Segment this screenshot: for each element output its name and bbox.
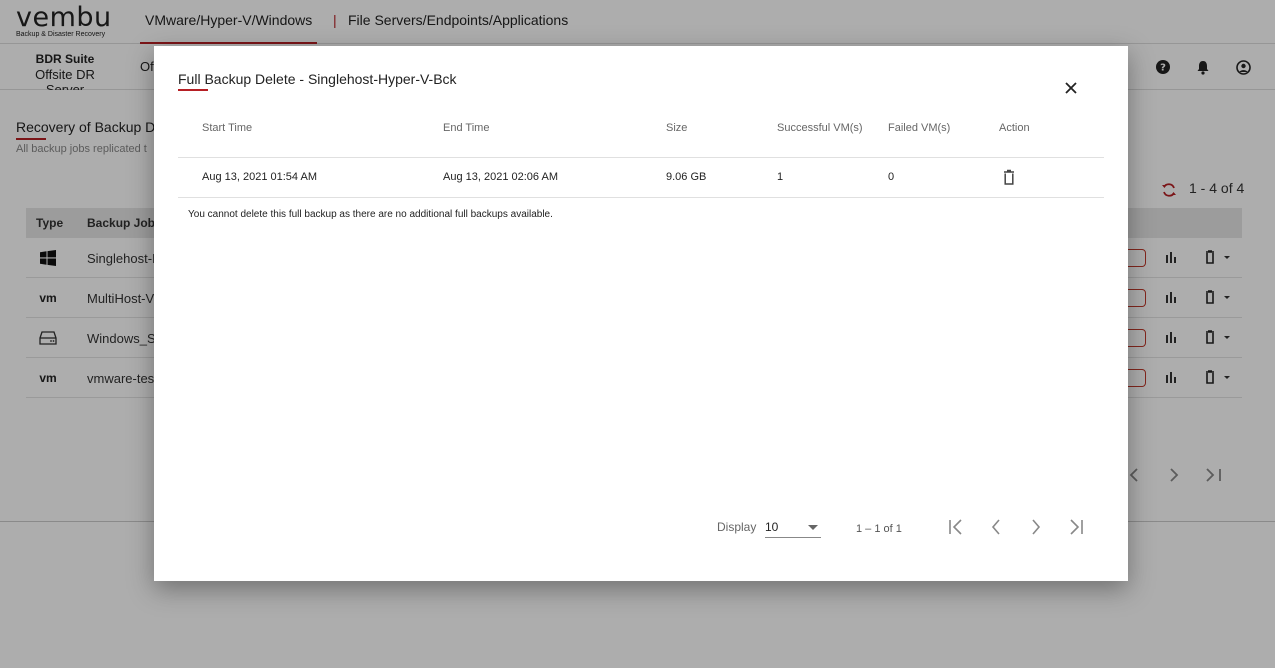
header-divider xyxy=(178,157,1104,158)
column-successful-vms: Successful VM(s) xyxy=(777,122,863,134)
trash-icon[interactable] xyxy=(1003,169,1015,185)
row-start-time: Aug 13, 2021 01:54 AM xyxy=(202,171,317,183)
row-divider xyxy=(178,197,1104,198)
first-page-icon[interactable] xyxy=(945,516,967,538)
previous-page-icon[interactable] xyxy=(985,516,1007,538)
column-start-time: Start Time xyxy=(202,122,253,134)
column-end-time: End Time xyxy=(443,122,490,134)
close-icon[interactable] xyxy=(1062,79,1080,97)
dialog-title: Full Backup Delete - Singlehost-Hyper-V-… xyxy=(178,71,457,87)
column-size: Size xyxy=(666,122,688,134)
last-page-icon[interactable] xyxy=(1065,516,1087,538)
row-failed-vms: 0 xyxy=(888,171,895,183)
column-failed-vms: Failed VM(s) xyxy=(888,122,951,134)
page-range: 1 – 1 of 1 xyxy=(856,523,902,535)
page-size-value: 10 xyxy=(765,520,779,534)
next-page-icon[interactable] xyxy=(1025,516,1047,538)
row-size: 9.06 GB xyxy=(666,171,707,183)
chevron-down-icon xyxy=(808,525,818,530)
dialog-title-underline xyxy=(178,89,208,91)
display-label: Display xyxy=(717,520,757,534)
page-size-select[interactable]: 10 xyxy=(765,516,821,538)
row-successful-vms: 1 xyxy=(777,171,784,183)
column-action: Action xyxy=(999,122,1030,134)
row-end-time: Aug 13, 2021 02:06 AM xyxy=(443,171,558,183)
delete-warning-note: You cannot delete this full backup as th… xyxy=(188,209,553,220)
full-backup-delete-dialog: Full Backup Delete - Singlehost-Hyper-V-… xyxy=(154,46,1128,581)
